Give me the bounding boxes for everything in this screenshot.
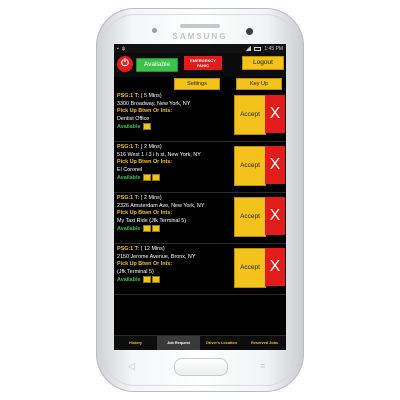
job-pickup-value: El Coronel	[117, 166, 143, 173]
emergency-panic-button[interactable]: EMERGENCY PANIC	[184, 56, 222, 70]
home-button[interactable]	[174, 358, 228, 376]
job-list: PSG:1 T: ( 5 Mins) 3300 Broadway, New Yo…	[114, 91, 286, 295]
job-available-label: Available	[117, 175, 141, 182]
key-up-button[interactable]: Key Up	[236, 78, 282, 90]
luggage-icon	[151, 225, 160, 233]
signal-icon	[245, 46, 252, 51]
clock: 1:45 PM	[264, 45, 283, 52]
tab-reserved-jobs[interactable]: Reserved Jobs	[243, 336, 286, 350]
top-bar: ⏻ Available EMERGENCY PANIC Logout	[114, 53, 286, 77]
job-eta: ( 2 Mins)	[139, 195, 162, 201]
job-item: PSG:1 T: ( 2 Mins) 516 West 1 / 3 i h st…	[114, 142, 286, 193]
brand-logo: SAMSUNG	[172, 32, 228, 41]
passenger-icon	[142, 276, 151, 284]
job-info: PSG:1 T: ( 2 Mins) 516 West 1 / 3 i h st…	[117, 144, 233, 183]
job-address: 2150 Jerome Avenue, Bronx, NY	[117, 253, 196, 260]
bottom-nav: History Job Request Driver's Location Re…	[114, 335, 286, 350]
menu-key-icon[interactable]: ≡	[260, 361, 274, 371]
power-icon: ⏻	[121, 58, 129, 69]
reject-button[interactable]: X	[265, 197, 285, 235]
job-psg: PSG:1 T:	[117, 93, 140, 99]
tab-drivers-location[interactable]: Driver's Location	[200, 336, 243, 350]
secondary-toolbar: Settings Key Up	[114, 77, 286, 91]
status-bar: ▪ ψ 1:45 PM	[114, 44, 286, 53]
job-pickup-label: Pick Up Btwn Or Ints:	[117, 108, 173, 115]
accept-button[interactable]: Accept	[234, 146, 266, 186]
settings-button[interactable]: Settings	[174, 78, 220, 90]
job-pickup-value: My Taxi Ride (Jfk Terminal 5)	[117, 217, 186, 224]
available-button[interactable]: Available	[136, 58, 178, 72]
job-pickup-value: (Jfk Terminal 5)	[117, 268, 154, 275]
job-psg: PSG:1 T:	[117, 246, 140, 252]
accept-button[interactable]: Accept	[234, 95, 266, 135]
passenger-icon	[142, 123, 151, 131]
luggage-icon	[151, 174, 160, 182]
battery-icon	[254, 46, 262, 51]
power-button[interactable]: ⏻	[117, 56, 133, 72]
job-address: 3300 Broadway, New York, NY	[117, 100, 191, 107]
reject-button[interactable]: X	[265, 146, 285, 184]
job-address: 516 West 1 / 3 i h st, New York, NY	[117, 151, 201, 158]
job-eta: ( 2 Mins)	[139, 144, 162, 150]
job-info: PSG:1 T: ( 5 Mins) 3300 Broadway, New Yo…	[117, 93, 233, 132]
job-psg: PSG:1 T:	[117, 195, 140, 201]
tab-history[interactable]: History	[114, 336, 157, 350]
reject-button[interactable]: X	[265, 248, 285, 286]
app-screen: ▪ ψ 1:45 PM ⏻ Available EMERGENCY PANIC …	[114, 44, 286, 350]
logout-button[interactable]: Logout	[242, 56, 284, 70]
luggage-icon	[151, 276, 160, 284]
job-address: 2326 Amsterdam Ave, New York, NY	[117, 202, 205, 209]
tab-job-request[interactable]: Job Request	[157, 336, 200, 350]
job-item: PSG:1 T: ( 2 Mins) 2326 Amsterdam Ave, N…	[114, 193, 286, 244]
job-pickup-label: Pick Up Btwn Or Ints:	[117, 159, 173, 166]
job-psg: PSG:1 T:	[117, 144, 140, 150]
passenger-icon	[142, 225, 151, 233]
job-info: PSG:1 T: ( 2 Mins) 2326 Amsterdam Ave, N…	[117, 195, 233, 234]
job-available-label: Available	[117, 277, 141, 284]
job-info: PSG:1 T: ( 12 Mins) 2150 Jerome Avenue, …	[117, 246, 233, 285]
job-available-label: Available	[117, 226, 141, 233]
passenger-icon	[142, 174, 151, 182]
job-item: PSG:1 T: ( 5 Mins) 3300 Broadway, New Yo…	[114, 91, 286, 142]
job-pickup-label: Pick Up Btwn Or Ints:	[117, 261, 173, 268]
notification-icon: ▪	[117, 45, 119, 52]
reject-button[interactable]: X	[265, 95, 285, 133]
job-available-label: Available	[117, 124, 141, 131]
accept-button[interactable]: Accept	[234, 248, 266, 288]
accept-button[interactable]: Accept	[234, 197, 266, 237]
job-pickup-value: Dentist Office	[117, 115, 150, 122]
job-eta: ( 12 Mins)	[139, 246, 165, 252]
usb-icon: ψ	[121, 45, 126, 52]
job-item: PSG:1 T: ( 12 Mins) 2150 Jerome Avenue, …	[114, 244, 286, 295]
earpiece	[180, 24, 220, 28]
job-pickup-label: Pick Up Btwn Or Ints:	[117, 210, 173, 217]
job-eta: ( 5 Mins)	[139, 93, 162, 99]
back-key-icon[interactable]: ◁	[128, 361, 142, 371]
